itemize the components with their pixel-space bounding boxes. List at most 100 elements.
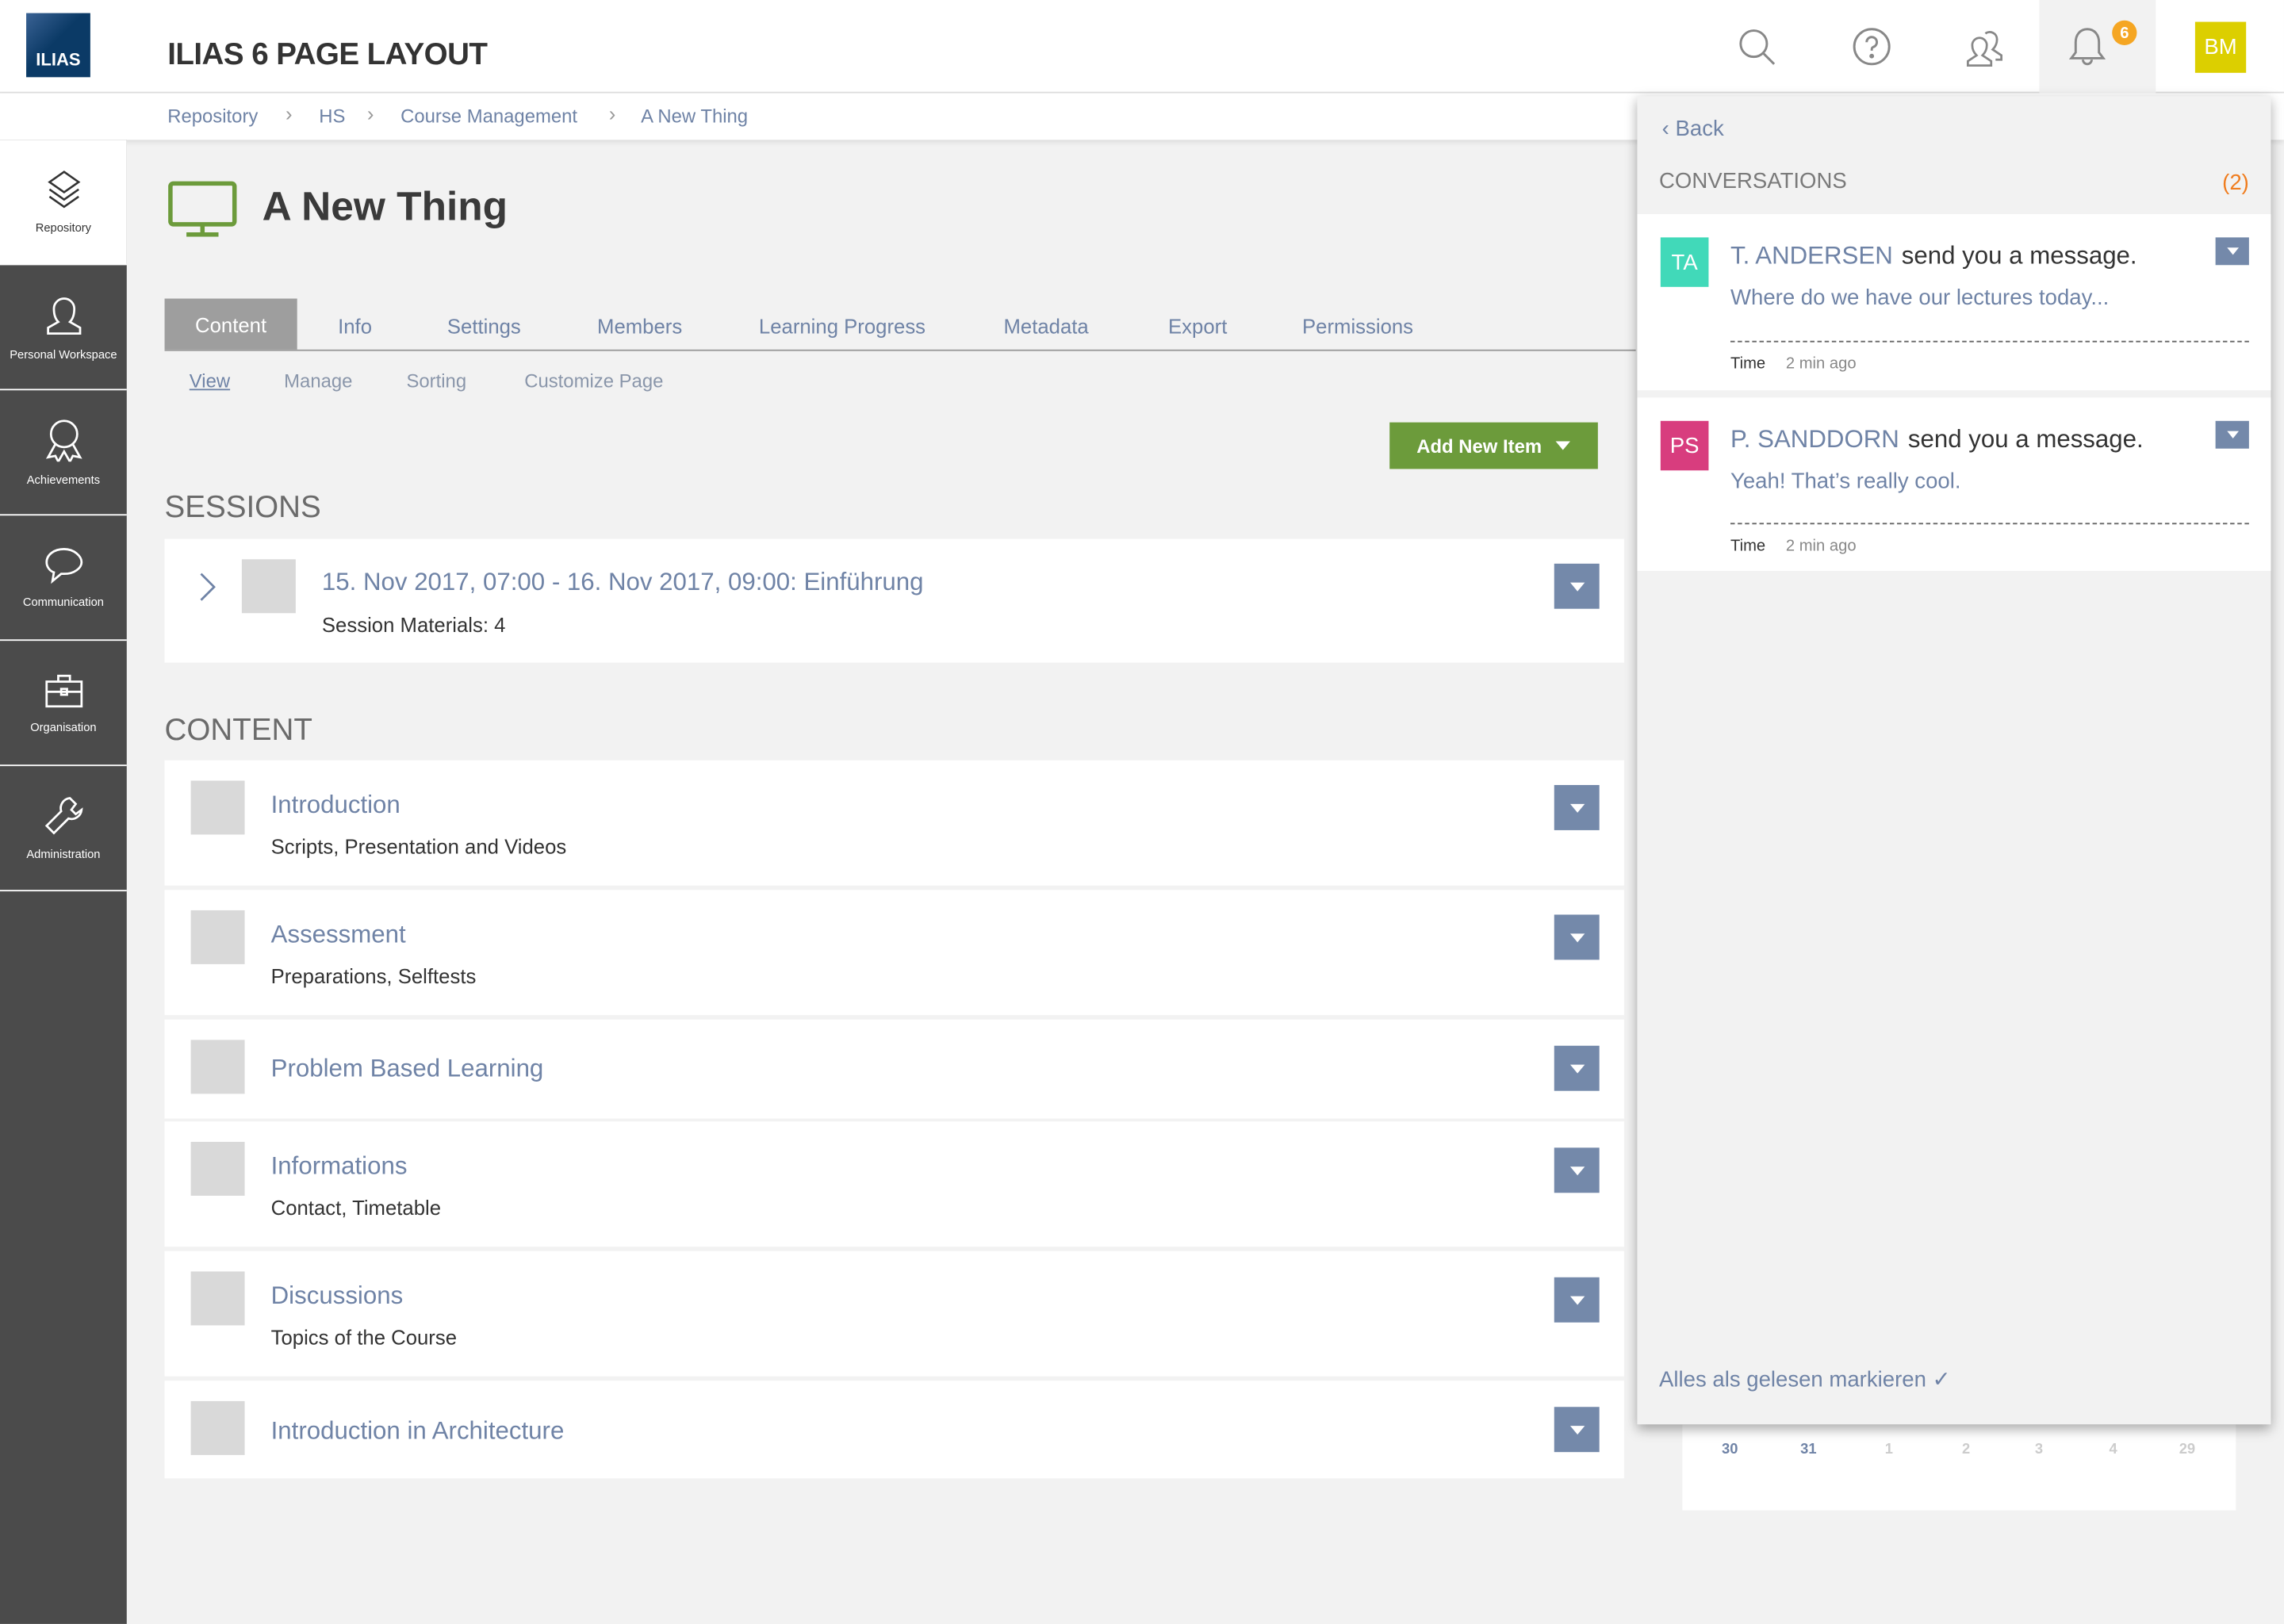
tab-export[interactable]: Export [1168, 315, 1227, 338]
breadcrumb-course-management[interactable]: Course Management [400, 105, 577, 127]
calendar-day[interactable]: 1 [1885, 1442, 1893, 1457]
notification-action: send you a message. [1908, 425, 2144, 453]
caret-down-icon [1556, 442, 1570, 450]
list-item: Assessment Preparations, Selftests [165, 890, 1624, 1015]
subtab-view[interactable]: View [190, 370, 230, 393]
sidebar-item-achievements[interactable]: Achievements [0, 390, 127, 515]
actions-dropdown-button[interactable] [1554, 785, 1600, 830]
sidebar-item-label: Personal Workspace [10, 348, 117, 362]
caret-down-icon [2226, 431, 2238, 439]
item-title[interactable]: Problem Based Learning [271, 1055, 544, 1084]
user-avatar[interactable]: BM [2195, 22, 2246, 73]
sidebar-item-label: Communication [23, 596, 104, 609]
contacts-icon[interactable] [1964, 23, 2007, 70]
caret-down-icon [1569, 1064, 1584, 1073]
notification-dropdown-button[interactable] [2216, 237, 2249, 265]
session-title[interactable]: 15. Nov 2017, 07:00 - 16. Nov 2017, 09:0… [322, 568, 924, 597]
sender-name[interactable]: P. SANDDORN [1730, 425, 1899, 453]
subtab-customize-page[interactable]: Customize Page [524, 370, 663, 393]
divider [1730, 341, 2249, 343]
sidebar-item-label: Repository [36, 221, 91, 235]
app-title: ILIAS 6 PAGE LAYOUT [167, 38, 487, 73]
breadcrumb-hs[interactable]: HS [319, 105, 345, 127]
item-icon [191, 1271, 245, 1325]
calendar-day[interactable]: 31 [1800, 1442, 1816, 1457]
item-title[interactable]: Assessment [271, 921, 406, 950]
back-button[interactable]: ‹ Back [1662, 117, 1724, 141]
tab-settings[interactable]: Settings [447, 315, 521, 338]
sidebar-item-label: Administration [26, 848, 100, 861]
bell-icon[interactable] [2065, 23, 2109, 70]
time-label: Time [1730, 538, 1765, 555]
notification-dropdown-button[interactable] [2216, 421, 2249, 449]
calendar-day[interactable]: 3 [2035, 1442, 2043, 1457]
chevron-right-icon: › [367, 102, 374, 125]
item-subtitle: Topics of the Course [271, 1325, 457, 1348]
item-title[interactable]: Introduction in Architecture [271, 1417, 565, 1446]
subtab-manage[interactable]: Manage [284, 370, 352, 393]
item-subtitle: Contact, Timetable [271, 1196, 441, 1219]
actions-dropdown-button[interactable] [1554, 1046, 1600, 1091]
sender-name[interactable]: T. ANDERSEN [1730, 242, 1893, 270]
tab-info[interactable]: Info [338, 315, 372, 338]
award-icon [43, 418, 83, 462]
monitor-icon [167, 181, 237, 247]
notification-item[interactable]: TA T. ANDERSENsend you a message. Where … [1637, 214, 2271, 390]
actions-dropdown-button[interactable] [1554, 564, 1600, 609]
time-value: 2 min ago [1786, 538, 1857, 555]
search-icon[interactable] [1735, 23, 1779, 70]
caret-down-icon [1569, 582, 1584, 591]
sender-avatar: PS [1661, 421, 1709, 470]
sidebar-item-administration[interactable]: Administration [0, 766, 127, 891]
actions-dropdown-button[interactable] [1554, 1277, 1600, 1323]
ilias-logo[interactable]: ILIAS [26, 13, 90, 78]
notification-item[interactable]: PS P. SANDDORN send you a message. Yeah! … [1637, 397, 2271, 571]
item-icon [191, 1401, 245, 1455]
tabs-divider [165, 350, 1636, 351]
item-title[interactable]: Discussions [271, 1281, 404, 1311]
item-title[interactable]: Introduction [271, 791, 400, 820]
subtab-sorting[interactable]: Sorting [406, 370, 466, 393]
conversations-count: (2) [2222, 170, 2249, 195]
layers-icon [43, 169, 83, 209]
message-preview[interactable]: Yeah! That’s really cool. [1730, 469, 1961, 493]
breadcrumb-repository[interactable]: Repository [167, 105, 258, 127]
tab-members[interactable]: Members [597, 315, 682, 338]
list-item: Discussions Topics of the Course [165, 1251, 1624, 1377]
calendar-day[interactable]: 29 [2179, 1442, 2195, 1457]
add-new-item-button[interactable]: Add New Item [1389, 423, 1598, 469]
chevron-right-icon: › [609, 102, 616, 125]
tab-content[interactable]: Content [165, 299, 297, 350]
help-icon[interactable] [1850, 23, 1894, 70]
sidebar-item-personal-workspace[interactable]: Personal Workspace [0, 265, 127, 390]
caret-down-icon [2226, 247, 2238, 255]
mark-all-read-link[interactable]: Alles als gelesen markieren ✓ [1659, 1366, 1951, 1392]
calendar-day[interactable]: 30 [1722, 1442, 1738, 1457]
tab-learning-progress[interactable]: Learning Progress [759, 315, 925, 338]
chevron-right-icon[interactable] [197, 571, 217, 603]
divider [1730, 523, 2249, 524]
item-title[interactable]: Informations [271, 1152, 408, 1182]
tab-permissions[interactable]: Permissions [1302, 315, 1413, 338]
sidebar-item-repository[interactable]: Repository [0, 140, 127, 265]
calendar-day[interactable]: 4 [2110, 1442, 2117, 1457]
actions-dropdown-button[interactable] [1554, 1407, 1600, 1452]
list-item: Introduction Scripts, Presentation and V… [165, 760, 1624, 886]
caret-down-icon [1569, 1166, 1584, 1174]
item-icon [191, 910, 245, 964]
sidebar-item-label: Organisation [30, 721, 96, 734]
breadcrumb-current[interactable]: A New Thing [641, 105, 748, 127]
sidebar-item-organisation[interactable]: Organisation [0, 641, 127, 766]
actions-dropdown-button[interactable] [1554, 1147, 1600, 1193]
item-subtitle: Scripts, Presentation and Videos [271, 834, 567, 857]
tab-metadata[interactable]: Metadata [1003, 315, 1088, 338]
speech-bubble-icon [43, 546, 83, 584]
back-label: Back [1676, 117, 1724, 141]
message-preview[interactable]: Where do we have our lectures today... [1730, 285, 2109, 310]
actions-dropdown-button[interactable] [1554, 914, 1600, 959]
page-title: A New Thing [263, 183, 508, 230]
calendar-day[interactable]: 2 [1962, 1442, 1970, 1457]
sidebar-item-communication[interactable]: Communication [0, 515, 127, 641]
session-item: 15. Nov 2017, 07:00 - 16. Nov 2017, 09:0… [165, 539, 1624, 663]
caret-down-icon [1569, 1425, 1584, 1434]
